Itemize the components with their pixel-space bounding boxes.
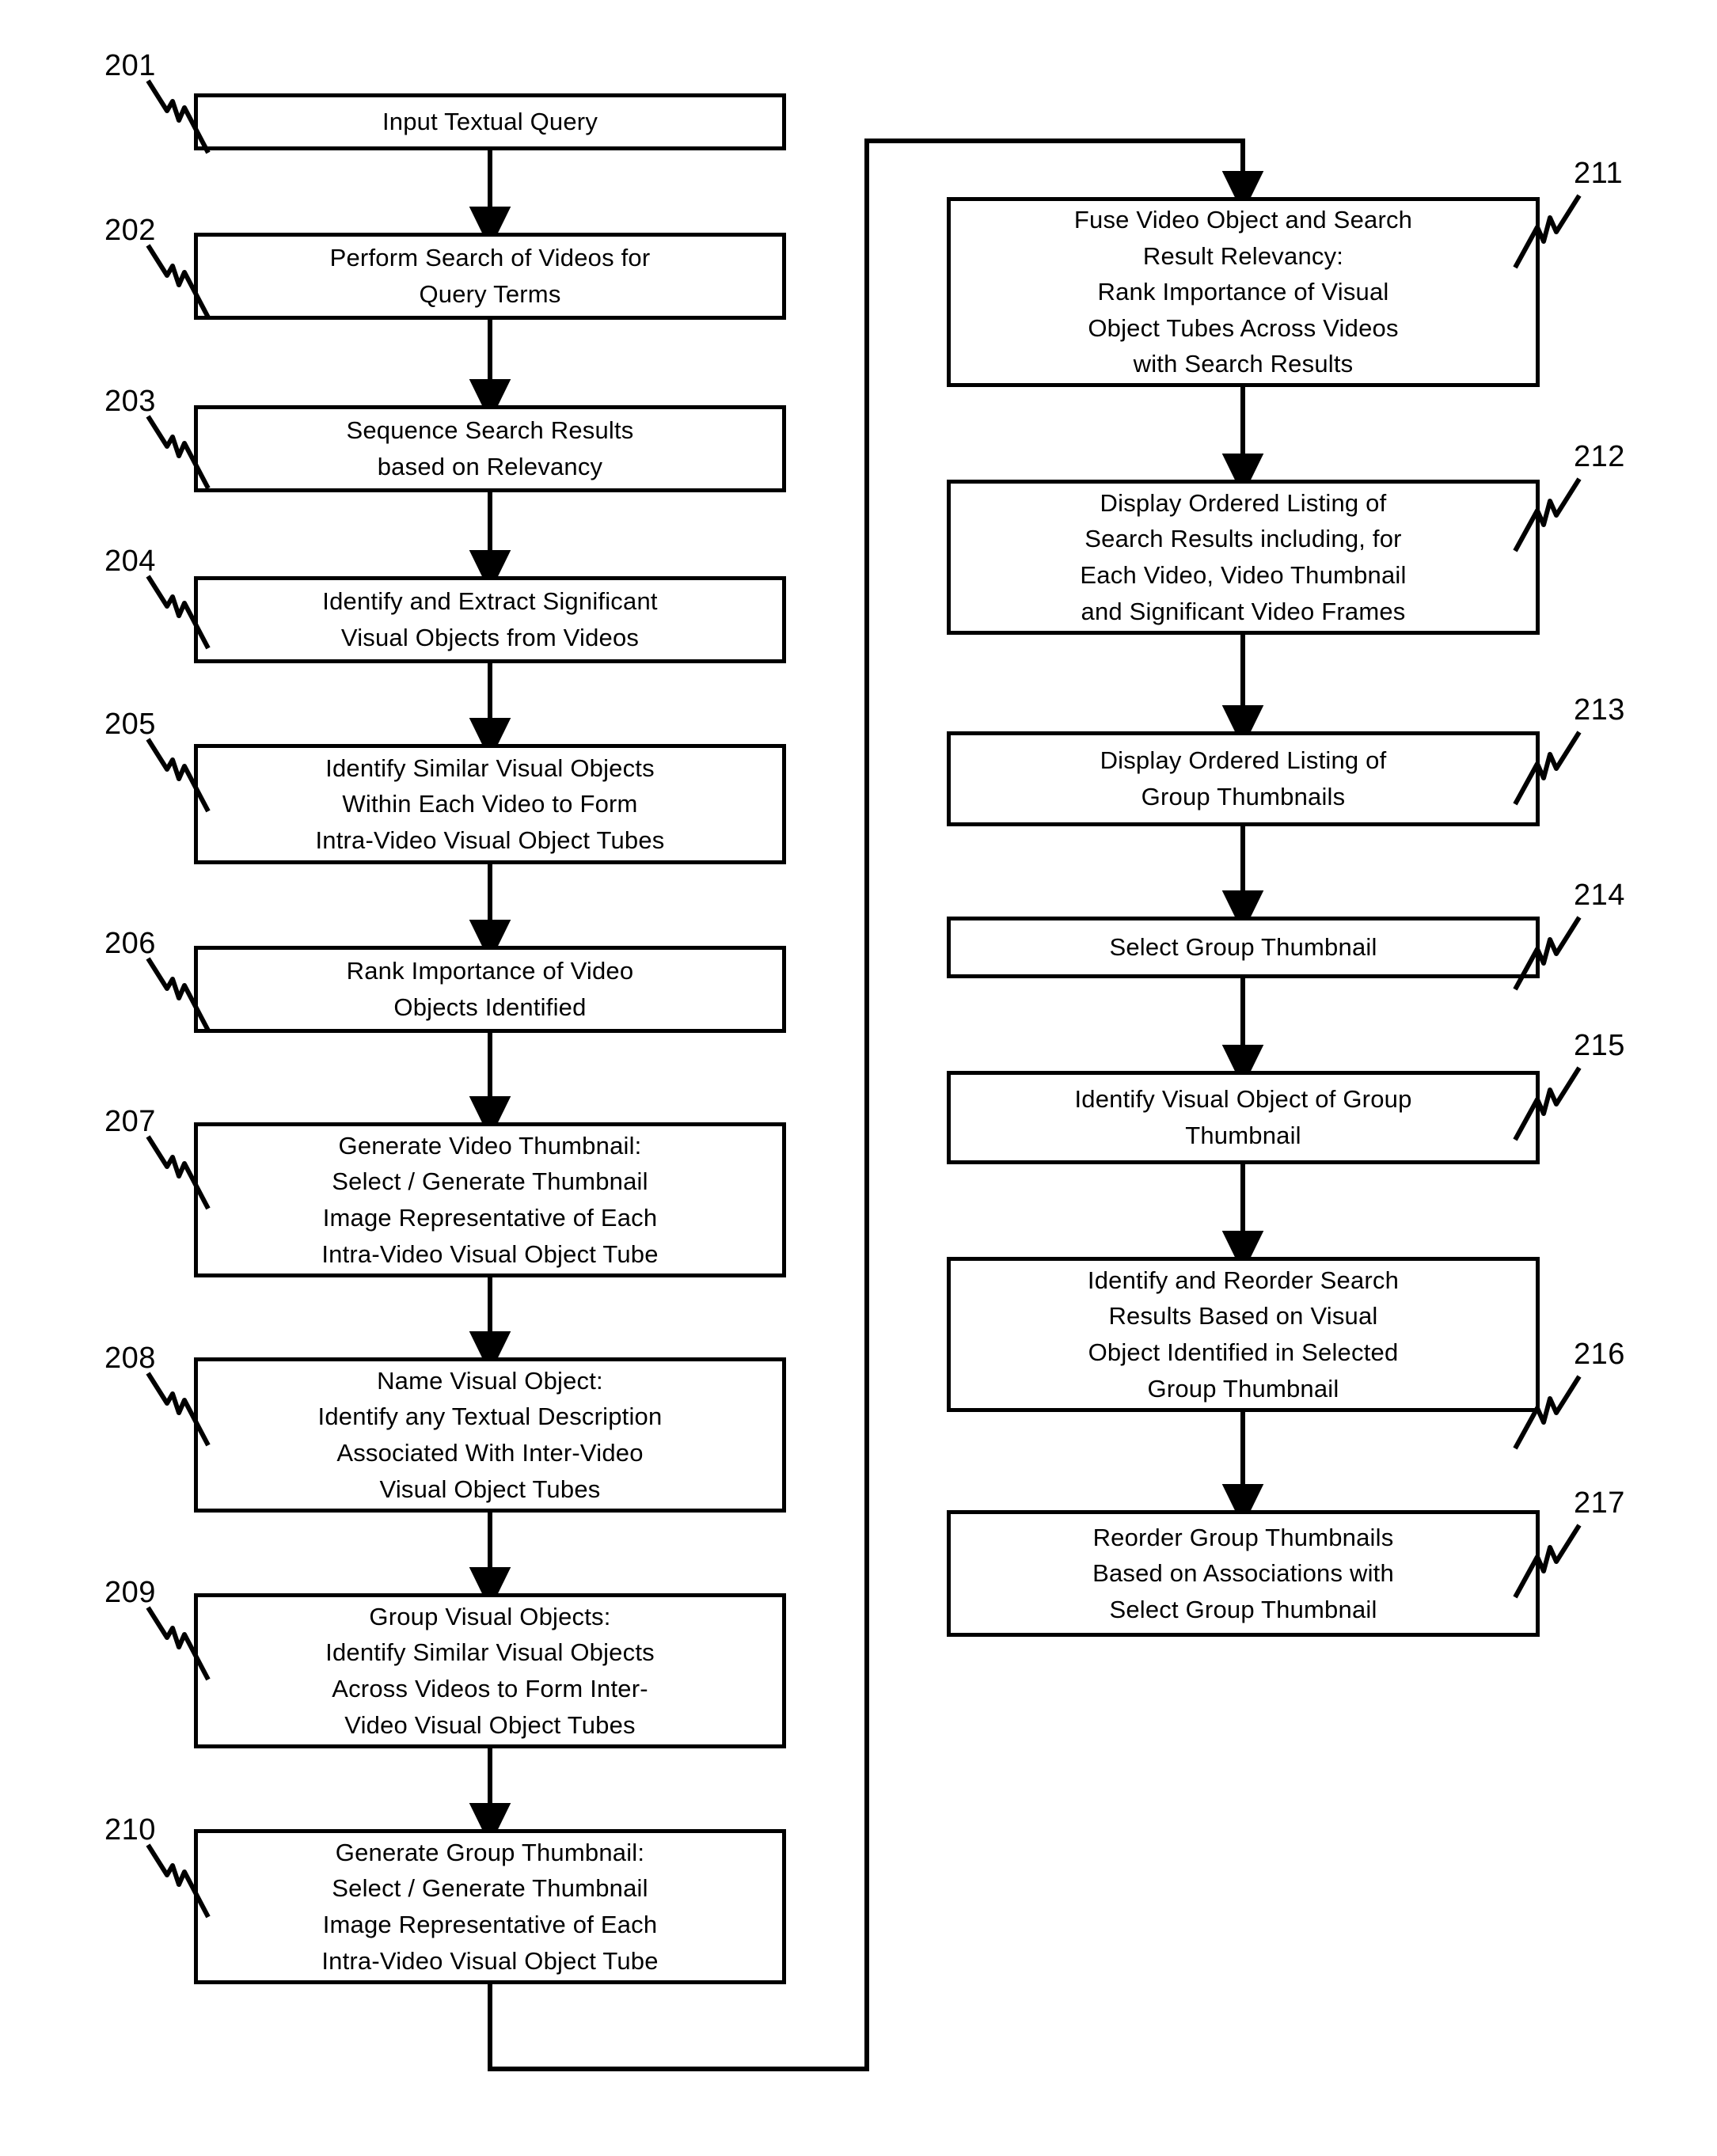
flow-step-214: Select Group Thumbnail — [947, 917, 1540, 978]
leader-line-208 — [146, 1372, 211, 1447]
flow-step-201: Input Textual Query — [194, 93, 786, 150]
ref-numeral-207: 207 — [104, 1105, 156, 1138]
flow-step-213: Display Ordered Listing of Group Thumbna… — [947, 731, 1540, 826]
flow-step-202: Perform Search of Videos for Query Terms — [194, 233, 786, 320]
ref-numeral-213: 213 — [1574, 693, 1625, 727]
flow-step-209: Group Visual Objects: Identify Similar V… — [194, 1593, 786, 1748]
flow-step-211: Fuse Video Object and Search Result Rele… — [947, 197, 1540, 387]
ref-numeral-216: 216 — [1574, 1338, 1625, 1371]
leader-line-216 — [1513, 1375, 1582, 1450]
flow-step-206: Rank Importance of Video Objects Identif… — [194, 946, 786, 1033]
leader-line-212 — [1513, 477, 1582, 552]
ref-numeral-211: 211 — [1574, 157, 1624, 190]
ref-numeral-212: 212 — [1574, 440, 1625, 473]
ref-numeral-206: 206 — [104, 927, 156, 960]
leader-line-213 — [1513, 731, 1582, 806]
flow-step-204: Identify and Extract Significant Visual … — [194, 576, 786, 663]
flow-step-203: Sequence Search Results based on Relevan… — [194, 405, 786, 492]
leader-line-217 — [1513, 1524, 1582, 1599]
flow-step-212: Display Ordered Listing of Search Result… — [947, 480, 1540, 635]
ref-numeral-209: 209 — [104, 1576, 156, 1609]
leader-line-211 — [1513, 194, 1582, 269]
ref-numeral-201: 201 — [104, 49, 156, 82]
flow-step-216: Identify and Reorder Search Results Base… — [947, 1257, 1540, 1412]
leader-line-205 — [146, 738, 211, 813]
leader-line-210 — [146, 1843, 211, 1919]
leader-line-201 — [146, 79, 211, 154]
flow-step-205: Identify Similar Visual Objects Within E… — [194, 744, 786, 864]
ref-numeral-203: 203 — [104, 385, 156, 418]
flow-step-208: Name Visual Object: Identify any Textual… — [194, 1357, 786, 1513]
leader-line-207 — [146, 1135, 211, 1210]
ref-numeral-214: 214 — [1574, 879, 1625, 912]
flow-step-210: Generate Group Thumbnail: Select / Gener… — [194, 1829, 786, 1984]
ref-numeral-205: 205 — [104, 708, 156, 741]
flow-step-207: Generate Video Thumbnail: Select / Gener… — [194, 1122, 786, 1277]
ref-numeral-215: 215 — [1574, 1029, 1625, 1062]
leader-line-203 — [146, 415, 211, 490]
leader-line-206 — [146, 957, 211, 1032]
flow-step-217: Reorder Group Thumbnails Based on Associ… — [947, 1510, 1540, 1637]
ref-numeral-208: 208 — [104, 1342, 156, 1375]
leader-line-209 — [146, 1606, 211, 1681]
ref-numeral-202: 202 — [104, 214, 156, 247]
leader-line-202 — [146, 244, 211, 319]
leader-line-215 — [1513, 1066, 1582, 1141]
ref-numeral-217: 217 — [1574, 1486, 1625, 1520]
patent-figure-sheet: Input Textual Query Perform Search of Vi… — [0, 0, 1717, 2156]
flow-step-215: Identify Visual Object of Group Thumbnai… — [947, 1071, 1540, 1164]
leader-line-204 — [146, 575, 211, 650]
ref-numeral-210: 210 — [104, 1813, 156, 1847]
leader-line-214 — [1513, 916, 1582, 991]
ref-numeral-204: 204 — [104, 545, 156, 578]
